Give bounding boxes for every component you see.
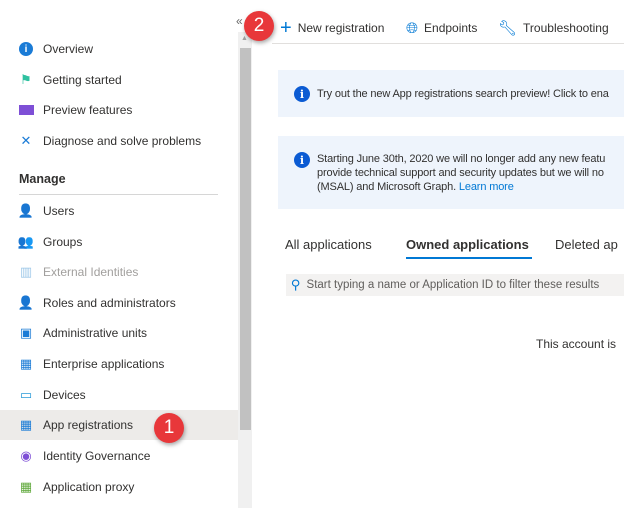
groups-icon: 👥 [17, 234, 35, 249]
identity-governance-icon: ◉ [20, 448, 32, 463]
search-icon: ⚲ [291, 277, 301, 292]
scrollbar-thumb[interactable] [240, 48, 251, 430]
application-proxy-icon: ▦ [19, 479, 33, 494]
toolbar: + New registration 🌐︎ Endpoints 🔧︎ Troub… [272, 14, 624, 44]
sidebar-item-users[interactable]: 👤 Users [0, 196, 238, 226]
sidebar-item-devices[interactable]: ▭ Devices [0, 380, 238, 410]
sidebar-item-overview[interactable]: i Overview [0, 34, 238, 64]
sidebar-item-diagnose[interactable]: ✕ Diagnose and solve problems [0, 126, 238, 156]
troubleshooting-button[interactable]: 🔧︎ Troubleshooting [498, 14, 609, 42]
section-manage: Manage [19, 172, 66, 186]
sidebar-item-app-registrations[interactable]: ▦ App registrations [0, 410, 238, 440]
sidebar-item-identity-governance[interactable]: ◉ Identity Governance [0, 441, 238, 471]
info-icon: i [18, 41, 34, 57]
globe-icon: 🌐︎ [406, 19, 419, 37]
empty-state-message: This account is [536, 337, 617, 351]
plus-icon: + [280, 16, 292, 39]
sidebar-item-preview-features[interactable]: Preview features [0, 95, 238, 125]
wrench-icon: ✕ [20, 133, 32, 148]
admin-units-icon: ▣ [19, 325, 33, 340]
filter-search-box[interactable]: ⚲ [286, 274, 624, 296]
flag-icon: ⚑ [20, 72, 32, 87]
sidebar-item-roles[interactable]: 👤 Roles and administrators [0, 288, 238, 318]
tab-deleted-applications[interactable]: Deleted ap [555, 237, 618, 252]
tab-all-applications[interactable]: All applications [285, 237, 372, 252]
new-registration-button[interactable]: + New registration [280, 14, 384, 42]
learn-more-link[interactable]: Learn more [459, 181, 514, 193]
sidebar-item-admin-units[interactable]: ▣ Administrative units [0, 318, 238, 348]
callout-badge-2: 2 [244, 11, 274, 41]
sidebar-item-external-identities[interactable]: ▥ External Identities [0, 257, 238, 287]
tab-owned-applications[interactable]: Owned applications [406, 237, 529, 252]
info-icon: i [294, 152, 310, 168]
sidebar-item-groups[interactable]: 👥 Groups [0, 227, 238, 257]
active-tab-indicator [406, 257, 532, 259]
devices-icon: ▭ [19, 387, 33, 402]
app-registrations-icon: ▦ [19, 417, 33, 432]
external-identities-icon: ▥ [19, 264, 33, 279]
sidebar-item-enterprise-apps[interactable]: ▦ Enterprise applications [0, 349, 238, 379]
preview-icon [18, 102, 34, 118]
roles-icon: 👤 [17, 295, 35, 310]
deprecation-banner: i Starting June 30th, 2020 we will no lo… [278, 136, 624, 209]
sidebar-item-getting-started[interactable]: ⚑ Getting started [0, 65, 238, 95]
user-icon: 👤 [17, 203, 35, 218]
filter-input[interactable] [306, 279, 624, 291]
sidebar: i Overview ⚑ Getting started Preview fea… [0, 0, 238, 508]
search-preview-banner[interactable]: i Try out the new App registrations sear… [278, 70, 624, 117]
info-icon: i [294, 86, 310, 102]
sidebar-item-application-proxy[interactable]: ▦ Application proxy [0, 472, 238, 502]
tabs: All applications Owned applications Dele… [285, 237, 624, 257]
wrench-icon: 🔧︎ [498, 20, 518, 37]
enterprise-apps-icon: ▦ [19, 356, 33, 371]
collapse-sidebar-icon[interactable]: « [236, 14, 243, 28]
endpoints-button[interactable]: 🌐︎ Endpoints [406, 14, 477, 42]
callout-badge-1: 1 [154, 413, 184, 443]
divider [19, 194, 218, 195]
